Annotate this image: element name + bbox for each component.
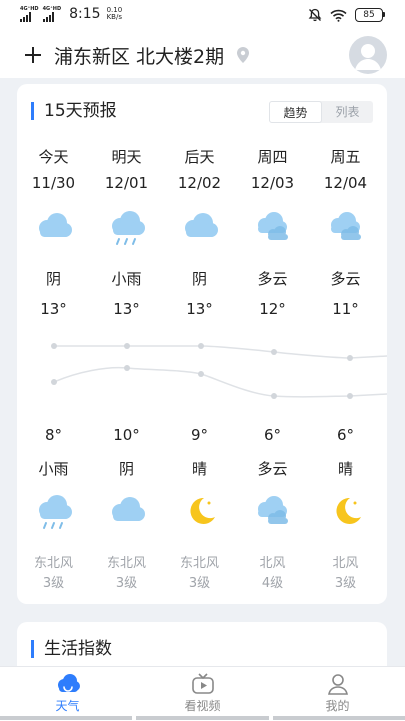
date-label: 12/02 bbox=[177, 174, 222, 192]
weather-icon bbox=[57, 674, 80, 692]
status-time: 8:15 bbox=[69, 6, 101, 22]
wind-direction: 东北风 bbox=[179, 556, 219, 571]
profile-icon bbox=[327, 674, 348, 695]
partly-cloudy-icon bbox=[326, 210, 366, 250]
rain-icon bbox=[107, 210, 147, 252]
video-icon bbox=[191, 673, 214, 694]
low-temp-point bbox=[271, 393, 277, 399]
signal-sim1-icon: 4G⁺HD bbox=[20, 6, 39, 22]
date-label: 11/30 bbox=[31, 174, 76, 192]
forecast-title: 15天预报 bbox=[31, 102, 117, 120]
user-avatar-icon bbox=[355, 44, 381, 70]
tab-label: 我的 bbox=[325, 699, 350, 713]
avatar[interactable] bbox=[349, 36, 387, 74]
wind-direction: 北风 bbox=[332, 556, 359, 571]
rain-icon bbox=[34, 494, 74, 536]
high-temp: 13° bbox=[113, 300, 140, 318]
bottom-tab-bar: 天气 看视频 我的 bbox=[0, 666, 405, 721]
moon-icon bbox=[326, 494, 366, 534]
partly-cloudy-icon bbox=[253, 494, 293, 534]
speed-unit: KB/s bbox=[106, 13, 122, 21]
battery-icon: 85 bbox=[355, 8, 385, 22]
wind-level: 4级 bbox=[261, 576, 284, 591]
wind-level: 3级 bbox=[188, 576, 211, 591]
cloud-icon bbox=[34, 210, 74, 248]
high-temp: 11° bbox=[332, 300, 359, 318]
location-header: 浦东新区 北大楼2期 bbox=[0, 32, 405, 78]
day-label: 周五 bbox=[330, 148, 361, 166]
plus-icon bbox=[25, 47, 41, 63]
status-bar: 4G⁺HD 4G⁺HD 8:15 0.10 KB/s 85 bbox=[0, 0, 405, 32]
date-label: 12/03 bbox=[250, 174, 295, 192]
wind-direction: 北风 bbox=[259, 556, 286, 571]
low-temp: 10° bbox=[113, 426, 140, 444]
mute-bell-icon bbox=[308, 8, 322, 22]
low-temp-point bbox=[51, 379, 57, 385]
day-label: 后天 bbox=[184, 148, 215, 166]
location-name[interactable]: 浦东新区 北大楼2期 bbox=[54, 42, 224, 69]
high-temp-point bbox=[124, 343, 130, 349]
high-temp: 13° bbox=[40, 300, 67, 318]
wind-level: 3级 bbox=[115, 576, 138, 591]
night-weather: 阴 bbox=[118, 460, 134, 478]
low-temp: 9° bbox=[190, 426, 209, 444]
low-temp: 8° bbox=[44, 426, 63, 444]
wind-level: 3级 bbox=[334, 576, 357, 591]
tab-label: 天气 bbox=[55, 699, 80, 713]
tab-trend[interactable]: 趋势 bbox=[269, 101, 322, 123]
high-temp-line bbox=[53, 345, 387, 359]
high-temp-point bbox=[271, 349, 277, 355]
high-temp-point bbox=[198, 343, 204, 349]
low-temp: 6° bbox=[336, 426, 355, 444]
day-weather: 阴 bbox=[45, 270, 61, 288]
low-temp-point bbox=[124, 365, 130, 371]
night-weather: 多云 bbox=[257, 460, 288, 478]
signal-sim2-icon: 4G⁺HD bbox=[42, 6, 61, 22]
low-temp-point bbox=[347, 393, 353, 399]
high-temp-point bbox=[347, 355, 353, 361]
wind-direction: 东北风 bbox=[106, 556, 146, 571]
day-label: 今天 bbox=[38, 148, 69, 166]
night-weather: 小雨 bbox=[38, 460, 69, 478]
low-temp-point bbox=[198, 371, 204, 377]
tab-list[interactable]: 列表 bbox=[322, 101, 373, 123]
tab-profile[interactable]: 我的 bbox=[270, 667, 405, 721]
day-weather: 阴 bbox=[191, 270, 207, 288]
date-label: 12/01 bbox=[104, 174, 149, 192]
partly-cloudy-icon bbox=[253, 210, 293, 250]
high-temp: 12° bbox=[259, 300, 286, 318]
life-index-title: 生活指数 bbox=[31, 640, 112, 658]
temperature-trend-chart bbox=[51, 343, 387, 399]
location-pin-icon[interactable] bbox=[236, 46, 250, 64]
day-weather: 多云 bbox=[330, 270, 361, 288]
day-weather: 小雨 bbox=[111, 270, 142, 288]
night-weather: 晴 bbox=[337, 460, 353, 478]
wifi-icon bbox=[330, 9, 347, 22]
low-temp: 6° bbox=[263, 426, 282, 444]
day-weather: 多云 bbox=[257, 270, 288, 288]
day-label: 周四 bbox=[257, 148, 288, 166]
night-weather: 晴 bbox=[191, 460, 207, 478]
forecast-card: 15天预报 趋势 列表 今天 11/30 阴 13° 8° 小雨 东北风 3级 … bbox=[17, 84, 387, 604]
cloud-icon bbox=[107, 494, 147, 532]
tab-weather[interactable]: 天气 bbox=[0, 667, 135, 721]
tab-video[interactable]: 看视频 bbox=[135, 667, 270, 721]
date-label: 12/04 bbox=[323, 174, 368, 192]
cloud-icon bbox=[180, 210, 220, 248]
high-temp-point bbox=[51, 343, 57, 349]
wind-direction: 东北风 bbox=[33, 556, 73, 571]
view-toggle[interactable]: 趋势 列表 bbox=[269, 101, 373, 123]
moon-icon bbox=[180, 494, 220, 534]
low-temp-line bbox=[53, 366, 387, 398]
high-temp: 13° bbox=[186, 300, 213, 318]
wind-level: 3级 bbox=[42, 576, 65, 591]
network-speed: 0.10 KB/s bbox=[107, 7, 123, 21]
add-city-button[interactable] bbox=[24, 38, 42, 71]
tab-label: 看视频 bbox=[184, 699, 221, 713]
system-nav-bar bbox=[0, 716, 405, 720]
day-label: 明天 bbox=[111, 148, 142, 166]
